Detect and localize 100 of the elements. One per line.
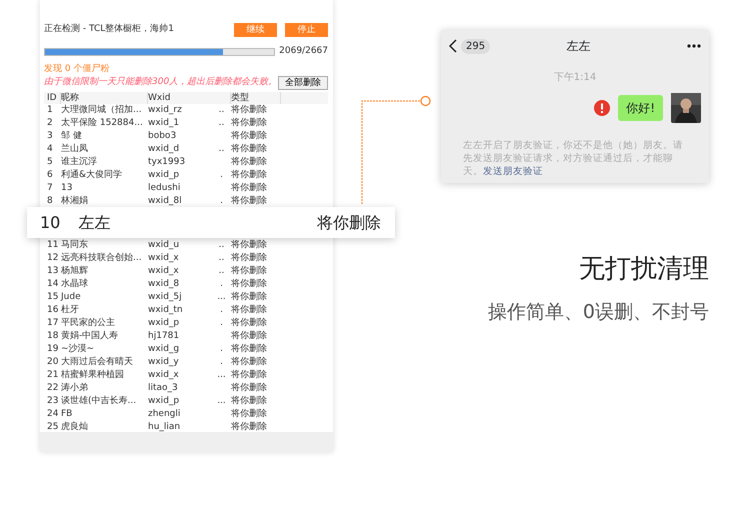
headline: 无打扰清理	[579, 253, 709, 286]
table-cell-text: 太平保险 152884...	[61, 117, 144, 130]
table-cell-text: 将你删除	[231, 304, 268, 317]
table-cell-text: 6	[46, 169, 54, 182]
found-count: 发现 0 个僵尸粉	[44, 62, 110, 76]
table-cell-text: ..	[218, 117, 226, 130]
table-cell-text: 将你删除	[231, 104, 268, 117]
table-cell-text: .	[219, 343, 224, 356]
table-cell-text: 将你删除	[231, 382, 268, 395]
table-cell-text: .	[219, 317, 224, 330]
table-cell-text: 13	[61, 182, 74, 195]
table-cell-text: wxid_8	[148, 278, 180, 291]
unread-count: 295	[461, 38, 490, 54]
progress-count: 2069/2667	[279, 45, 328, 58]
table-cell-text: FB	[61, 408, 74, 421]
table-cell-text: 将你删除	[231, 356, 268, 369]
table-cell-text: bobo3	[148, 130, 178, 143]
table-cell-text: 将你删除	[231, 239, 268, 252]
table-cell-text: Jude	[61, 291, 82, 304]
table-cell-text: 将你删除	[231, 195, 268, 208]
row-id: 10	[40, 212, 60, 234]
table-cell-text: 将你删除	[231, 156, 268, 169]
table-cell-text: .	[219, 356, 224, 369]
table-cell-text: 将你删除	[231, 182, 268, 195]
table-cell-text: 将你删除	[231, 117, 268, 130]
table-cell-text: wxid_5j	[148, 291, 183, 304]
table-cell-text: 兰山凤	[61, 143, 89, 156]
chat-title: 左左	[566, 38, 592, 55]
table-cell-text: 利通&大俊同学	[61, 169, 124, 182]
column-header: 类型	[231, 92, 281, 104]
table-cell-text: 平民家的公主	[61, 317, 116, 330]
table-cell-text: 将你删除	[231, 421, 268, 434]
stop-button[interactable]: 停止	[285, 23, 328, 37]
table-cell-text: wxid_p	[148, 395, 180, 408]
table-cell-text: ledushi	[148, 182, 182, 195]
table-cell-text: 22	[46, 382, 60, 395]
table-cell-text: ..	[218, 104, 226, 117]
table-cell-text: 18	[46, 330, 60, 343]
status-text: 正在检测 - TCL整体橱柜，海帅1	[44, 23, 175, 36]
table-cell-text: 3	[46, 130, 54, 143]
verification-notice: 左左开启了朋友验证，你还不是他（她）朋友。请先发送朋友验证请求，对方验证通过后，才能聊天。发送朋友验证	[462, 139, 684, 178]
table-cell-text: 大理微同城（招加...	[61, 104, 143, 117]
table-cell-text: 将你删除	[231, 143, 268, 156]
table-cell-text: 水晶球	[61, 278, 89, 291]
table-cell-text: 25	[46, 421, 60, 434]
delete-all-button[interactable]: 全部删除	[278, 76, 328, 90]
table-cell-text: wxid_g	[148, 343, 180, 356]
table-cell-text: 虎良灿	[61, 421, 89, 434]
table-cell-text: .	[219, 195, 224, 208]
table-cell-text: 20	[46, 356, 60, 369]
table-cell-text: wxid_x	[148, 265, 180, 278]
table-cell-text: 2	[46, 117, 54, 130]
table-cell-text: 涛小弟	[61, 382, 89, 395]
back-icon[interactable]	[449, 39, 457, 53]
table-cell-text: 12	[46, 252, 60, 265]
table-cell-text: 8	[46, 195, 54, 208]
table-cell-text: ...	[216, 395, 227, 408]
table-cell-text: 17	[46, 317, 60, 330]
table-cell-text: wxid_u	[148, 239, 180, 252]
table-cell-text: 大雨过后会有晴天	[61, 356, 134, 369]
warning-text: 由于微信限制一天只能删除300人，超出后删除都会失败。	[44, 76, 278, 90]
send-verification-link[interactable]: 发送朋友验证	[483, 166, 543, 177]
table-cell-text: .	[219, 169, 224, 182]
table-cell-text: hu_lian	[148, 421, 182, 434]
table-cell-text: 1	[46, 104, 54, 117]
table-cell-text: ...	[216, 369, 227, 382]
table-cell-text: wxid_y	[148, 356, 180, 369]
table-cell-text: 将你删除	[231, 330, 268, 343]
continue-button[interactable]: 继续	[234, 23, 277, 37]
table-cell-text: 15	[46, 291, 60, 304]
table-cell-text: 将你删除	[231, 395, 268, 408]
more-icon[interactable]	[687, 44, 701, 48]
table-cell-text: 桔蜜鲜果种植园	[61, 369, 125, 382]
table-cell-text: wxid_p	[148, 169, 180, 182]
table-cell-text: ..	[218, 252, 226, 265]
table-cell-text: wxid_p	[148, 317, 180, 330]
table-cell-text: wxid_1	[148, 117, 180, 130]
table-cell-text: 将你删除	[231, 130, 268, 143]
table-cell-text: .	[219, 304, 224, 317]
table-cell-text: 23	[46, 395, 60, 408]
table-cell-text: ~沙漠~	[61, 343, 96, 356]
table-cell-text: 将你删除	[231, 408, 268, 421]
table-cell-text: 黄娟-中国人寿	[61, 330, 120, 343]
table-cell-text: 林湘娟	[61, 195, 89, 208]
table-cell-text: wxid_8l	[148, 195, 183, 208]
table-cell-text: 将你删除	[231, 278, 268, 291]
row-nickname: 左左	[78, 212, 110, 234]
table-cell-text: 谁主沉浮	[61, 156, 98, 169]
table-cell-text: 谈世雄(中吉长寿...	[61, 395, 138, 408]
table-cell-text: 将你删除	[231, 265, 268, 278]
table-cell-text: wxid_d	[148, 143, 180, 156]
table-cell-text: 19	[46, 343, 60, 356]
column-header: ID	[44, 92, 61, 104]
table-cell-text: 马同东	[61, 239, 89, 252]
column-header: Wxid	[148, 92, 231, 104]
table-cell-text: 将你删除	[231, 252, 268, 265]
table-cell-text: 远亮科技联合创始...	[61, 252, 143, 265]
table-cell-text: 邹 健	[61, 130, 83, 143]
table-cell-text: .	[219, 278, 224, 291]
table-cell-text: 13	[46, 265, 60, 278]
